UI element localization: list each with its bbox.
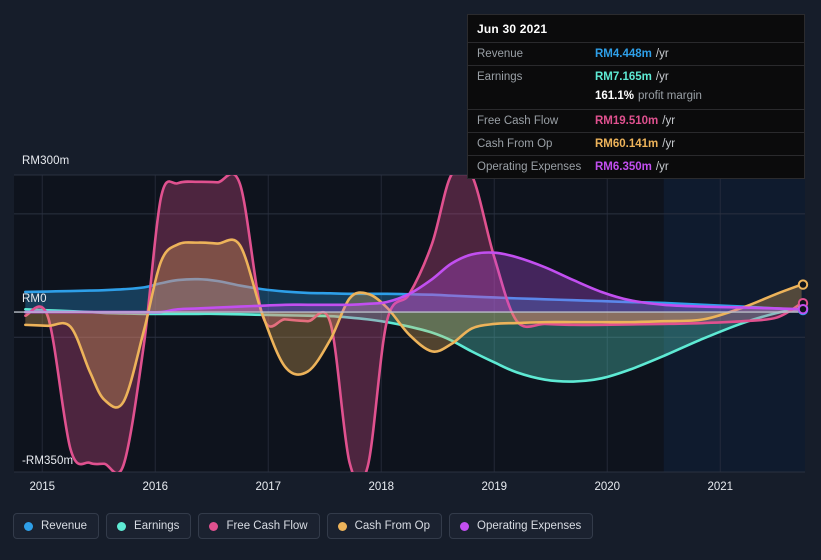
tooltip-row-label: Free Cash Flow xyxy=(477,115,559,127)
tooltip-row-value: RM19.510m xyxy=(595,115,659,127)
legend-color-dot-icon xyxy=(117,521,127,531)
tooltip-row-revenue: Revenue RM4.448m/yr xyxy=(468,42,804,65)
tooltip-rows: Revenue RM4.448m/yr Earnings RM7.165m/yr .16… xyxy=(468,42,804,178)
legend-color-dot-icon xyxy=(209,521,219,531)
tooltip-row-value: RM60.141m xyxy=(595,138,659,150)
legend-item-revenue[interactable]: Revenue xyxy=(13,513,100,539)
legend-item-label: Revenue xyxy=(41,520,88,532)
legend-color-dot-icon xyxy=(460,521,470,531)
chart-legend[interactable]: Revenue Earnings Free Cash Flow Cash From O… xyxy=(13,513,594,539)
legend-color-dot-icon xyxy=(24,521,33,531)
legend-item-cash-from-op[interactable]: Cash From Op xyxy=(326,513,443,539)
x-axis-tick-2015: 2015 xyxy=(29,481,56,493)
endpoint-marker-3[interactable] xyxy=(797,279,809,290)
x-axis-tick-2018: 2018 xyxy=(368,481,395,493)
endpoint-marker-4[interactable] xyxy=(797,303,809,315)
tooltip-row-label: Cash From Op xyxy=(477,138,553,150)
tooltip-row-unit: /yr xyxy=(662,115,676,127)
legend-item-free-cash-flow[interactable]: Free Cash Flow xyxy=(198,513,320,539)
x-axis-tick-2021: 2021 xyxy=(707,481,734,493)
tooltip-row-cash-from-op: Cash From Op RM60.141m/yr xyxy=(468,132,804,155)
tooltip-profit-margin-row: .161.1%profit margin xyxy=(468,88,804,109)
y-axis-tick-bottom: -RM350m xyxy=(22,455,74,467)
tooltip-row-free-cash-flow: Free Cash Flow RM19.510m/yr xyxy=(468,109,804,132)
y-axis-tick-top: RM300m xyxy=(22,155,70,167)
legend-item-label: Cash From Op xyxy=(354,520,431,532)
x-axis-tick-2020: 2020 xyxy=(594,481,621,493)
legend-item-label: Operating Expenses xyxy=(477,520,582,532)
legend-item-operating-expenses[interactable]: Operating Expenses xyxy=(449,513,594,539)
tooltip-row-value: RM4.448m xyxy=(595,48,652,60)
tooltip-row-unit: /yr xyxy=(655,161,669,173)
x-axis-tick-2017: 2017 xyxy=(255,481,282,493)
legend-item-label: Free Cash Flow xyxy=(226,520,308,532)
x-axis-tick-2016: 2016 xyxy=(142,481,169,493)
tooltip-row-unit: /yr xyxy=(655,71,669,83)
x-axis-tick-2019: 2019 xyxy=(481,481,508,493)
legend-item-label: Earnings xyxy=(134,520,180,532)
y-axis-tick-zero: RM0 xyxy=(22,293,47,305)
tooltip-date: Jun 30 2021 xyxy=(477,22,548,36)
tooltip-row-label: Operating Expenses xyxy=(477,161,582,173)
legend-item-earnings[interactable]: Earnings xyxy=(106,513,192,539)
tooltip-row-unit: /yr xyxy=(655,48,669,60)
tooltip-row-label: Revenue xyxy=(477,48,524,60)
chart-tooltip: Jun 30 2021 Revenue RM4.448m/yr Earnings RM… xyxy=(467,14,805,179)
tooltip-row-value: RM6.350m xyxy=(595,161,652,173)
tooltip-row-operating-expenses: Operating Expenses RM6.350m/yr xyxy=(468,155,804,178)
tooltip-profit-margin-value: 161.1% xyxy=(595,90,635,102)
tooltip-row-earnings: Earnings RM7.165m/yr xyxy=(468,65,804,88)
tooltip-row-value: RM7.165m xyxy=(595,71,652,83)
tooltip-row-label: Earnings xyxy=(477,71,523,83)
legend-color-dot-icon xyxy=(337,521,347,531)
tooltip-profit-margin-label: profit margin xyxy=(638,90,702,102)
tooltip-row-unit: /yr xyxy=(662,138,676,150)
